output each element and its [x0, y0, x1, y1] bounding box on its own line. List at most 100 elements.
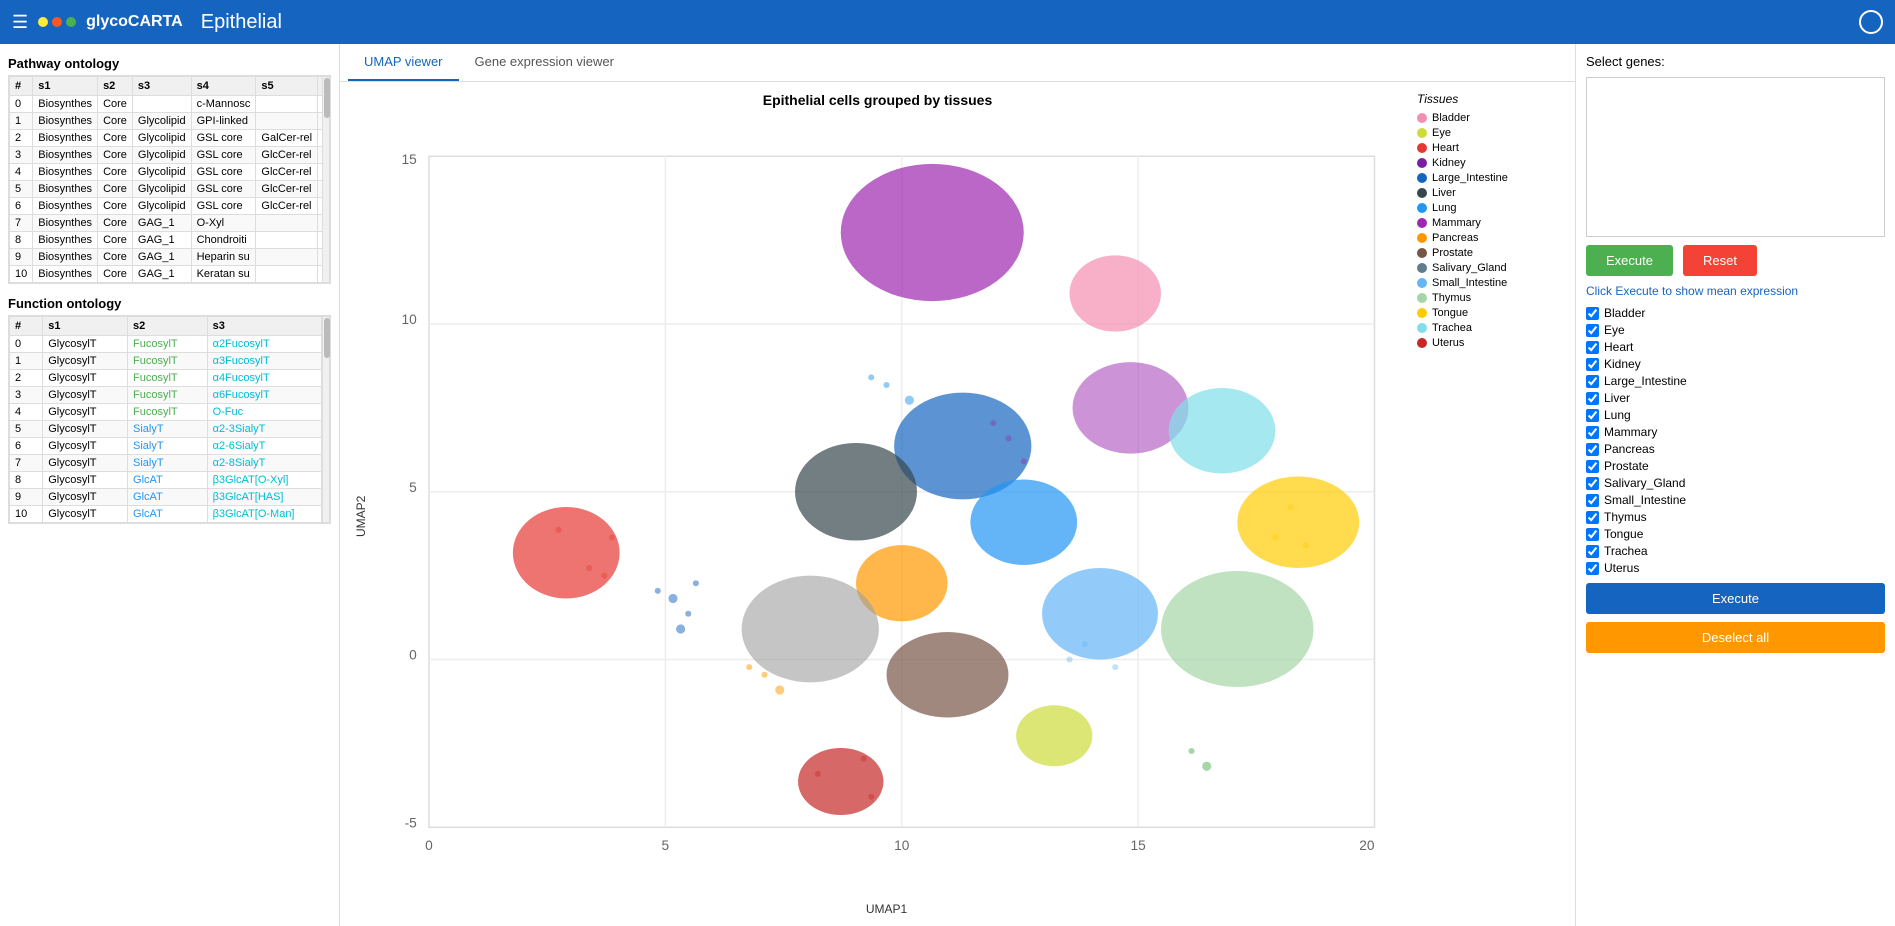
- execute-button[interactable]: Execute: [1586, 245, 1673, 276]
- legend-dot: [1417, 248, 1427, 258]
- function-row[interactable]: 1 GlycosylT FucosylT α3FucosylT: [10, 353, 322, 370]
- fo-cell-s1: GlycosylT: [43, 370, 128, 387]
- pathway-row[interactable]: 3 Biosynthes Core Glycolipid GSL core Gl…: [10, 147, 323, 164]
- fo-cell-num: 3: [10, 387, 43, 404]
- legend-label: Kidney: [1432, 157, 1466, 169]
- pathway-ontology-scroll[interactable]: # s1 s2 s3 s4 s5 s6 0 Biosynthes: [9, 76, 322, 283]
- fo-cell-s3: β3GlcAT[HAS]: [207, 489, 321, 506]
- tissue-checkbox-eye[interactable]: [1586, 324, 1599, 337]
- pathway-ontology-table-container: # s1 s2 s3 s4 s5 s6 0 Biosynthes: [8, 75, 331, 284]
- po-cell-s3: Glycolipid: [132, 130, 191, 147]
- deselect-all-button[interactable]: Deselect all: [1586, 622, 1885, 653]
- tissue-checkbox-liver[interactable]: [1586, 392, 1599, 405]
- function-row[interactable]: 7 GlycosylT SialyT α2-8SialyT: [10, 455, 322, 472]
- tissue-checkbox-uterus[interactable]: [1586, 562, 1599, 575]
- menu-icon[interactable]: ☰: [12, 12, 28, 33]
- legend-item: Prostate: [1417, 247, 1565, 259]
- pathway-scrollbar[interactable]: [322, 76, 330, 283]
- function-row[interactable]: 3 GlycosylT FucosylT α6FucosylT: [10, 387, 322, 404]
- pathway-row[interactable]: 0 Biosynthes Core c-Mannosc: [10, 96, 323, 113]
- function-row[interactable]: 0 GlycosylT FucosylT α2FucosylT: [10, 336, 322, 353]
- right-panel: Select genes: Execute Reset Click Execut…: [1575, 44, 1895, 926]
- app-name: glycoCARTA: [86, 13, 183, 31]
- chart-wrapper: Epithelial cells grouped by tissues UMAP…: [350, 92, 1405, 916]
- function-ontology-scroll[interactable]: # s1 s2 s3 0 GlycosylT FucosylT α2Fucosy…: [9, 316, 322, 523]
- fo-col-num: #: [10, 317, 43, 336]
- pathway-scrollbar-thumb[interactable]: [324, 78, 330, 118]
- pathway-row[interactable]: 2 Biosynthes Core Glycolipid GSL core Ga…: [10, 130, 323, 147]
- po-cell-s2: Core: [98, 249, 133, 266]
- po-cell-s3: GAG_1: [132, 266, 191, 283]
- tissue-checkbox-label: Liver: [1604, 391, 1630, 405]
- pathway-row[interactable]: 8 Biosynthes Core GAG_1 Chondroiti: [10, 232, 323, 249]
- legend-dot: [1417, 203, 1427, 213]
- svg-text:10: 10: [894, 838, 910, 853]
- po-cell-s1: Biosynthes: [33, 266, 98, 283]
- fo-cell-s1: GlycosylT: [43, 455, 128, 472]
- tissue-checkbox-large_intestine[interactable]: [1586, 375, 1599, 388]
- tab-gene-expression-viewer[interactable]: Gene expression viewer: [459, 44, 630, 81]
- tissue-checkbox-trachea[interactable]: [1586, 545, 1599, 558]
- pathway-row[interactable]: 1 Biosynthes Core Glycolipid GPI-linked: [10, 113, 323, 130]
- po-cell-s1: Biosynthes: [33, 164, 98, 181]
- legend-title: Tissues: [1417, 92, 1565, 106]
- po-cell-s1: Biosynthes: [33, 96, 98, 113]
- function-scrollbar[interactable]: [322, 316, 330, 523]
- fo-cell-s3: α2-6SialyT: [207, 438, 321, 455]
- tissue-checkbox-lung[interactable]: [1586, 409, 1599, 422]
- po-cell-s4: Keratan su: [191, 266, 256, 283]
- fo-cell-s2: FucosylT: [128, 370, 208, 387]
- legend-label: Small_Intestine: [1432, 277, 1507, 289]
- tissue-checkbox-bladder[interactable]: [1586, 307, 1599, 320]
- tissue-checkbox-pancreas[interactable]: [1586, 443, 1599, 456]
- tissue-checkbox-tongue[interactable]: [1586, 528, 1599, 541]
- function-row[interactable]: 10 GlycosylT GlcAT β3GlcAT[O-Man]: [10, 506, 322, 523]
- fo-col-s3: s3: [207, 317, 321, 336]
- fo-cell-num: 1: [10, 353, 43, 370]
- tissue-checkbox-heart[interactable]: [1586, 341, 1599, 354]
- function-row[interactable]: 6 GlycosylT SialyT α2-6SialyT: [10, 438, 322, 455]
- reset-button[interactable]: Reset: [1683, 245, 1757, 276]
- circle-button[interactable]: [1859, 10, 1883, 34]
- genes-textarea[interactable]: [1586, 77, 1885, 237]
- fo-cell-s1: GlycosylT: [43, 506, 128, 523]
- po-cell-s1: Biosynthes: [33, 130, 98, 147]
- tissue-checkbox-mammary[interactable]: [1586, 426, 1599, 439]
- function-row[interactable]: 8 GlycosylT GlcAT β3GlcAT[O-Xyl]: [10, 472, 322, 489]
- tissue-checkbox-label: Trachea: [1604, 544, 1648, 558]
- legend-item: Heart: [1417, 142, 1565, 154]
- function-row[interactable]: 2 GlycosylT FucosylT α4FucosylT: [10, 370, 322, 387]
- tissue-checkbox-kidney[interactable]: [1586, 358, 1599, 371]
- po-cell-num: 7: [10, 215, 33, 232]
- function-ontology-title: Function ontology: [8, 296, 331, 311]
- tissue-checkbox-salivary_gland[interactable]: [1586, 477, 1599, 490]
- svg-text:10: 10: [402, 312, 418, 327]
- function-scrollbar-thumb[interactable]: [324, 318, 330, 358]
- tissue-checkbox-small_intestine[interactable]: [1586, 494, 1599, 507]
- pathway-row[interactable]: 5 Biosynthes Core Glycolipid GSL core Gl…: [10, 181, 323, 198]
- legend-label: Mammary: [1432, 217, 1481, 229]
- click-execute-msg: Click Execute to show mean expression: [1586, 284, 1885, 298]
- po-col-num: #: [10, 77, 33, 96]
- fo-cell-s3: β3GlcAT[O-Man]: [207, 506, 321, 523]
- tab-umap-viewer[interactable]: UMAP viewer: [348, 44, 459, 81]
- fo-cell-num: 10: [10, 506, 43, 523]
- execute-tissues-button[interactable]: Execute: [1586, 583, 1885, 614]
- pathway-row[interactable]: 6 Biosynthes Core Glycolipid GSL core Gl…: [10, 198, 323, 215]
- legend-label: Large_Intestine: [1432, 172, 1508, 184]
- po-cell-s3: Glycolipid: [132, 181, 191, 198]
- function-row[interactable]: 4 GlycosylT FucosylT O-Fuc: [10, 404, 322, 421]
- po-cell-s1: Biosynthes: [33, 181, 98, 198]
- legend-items: Bladder Eye Heart Kidney Large_Intestine…: [1417, 112, 1565, 349]
- pathway-row[interactable]: 9 Biosynthes Core GAG_1 Heparin su: [10, 249, 323, 266]
- tissue-checkbox-item: Tongue: [1586, 527, 1885, 541]
- pathway-row[interactable]: 7 Biosynthes Core GAG_1 O-Xyl: [10, 215, 323, 232]
- tissue-checkbox-thymus[interactable]: [1586, 511, 1599, 524]
- fo-cell-s1: GlycosylT: [43, 336, 128, 353]
- pathway-row[interactable]: 4 Biosynthes Core Glycolipid GSL core Gl…: [10, 164, 323, 181]
- pathway-row[interactable]: 10 Biosynthes Core GAG_1 Keratan su: [10, 266, 323, 283]
- function-row[interactable]: 5 GlycosylT SialyT α2-3SialyT: [10, 421, 322, 438]
- legend-label: Pancreas: [1432, 232, 1478, 244]
- function-row[interactable]: 9 GlycosylT GlcAT β3GlcAT[HAS]: [10, 489, 322, 506]
- tissue-checkbox-prostate[interactable]: [1586, 460, 1599, 473]
